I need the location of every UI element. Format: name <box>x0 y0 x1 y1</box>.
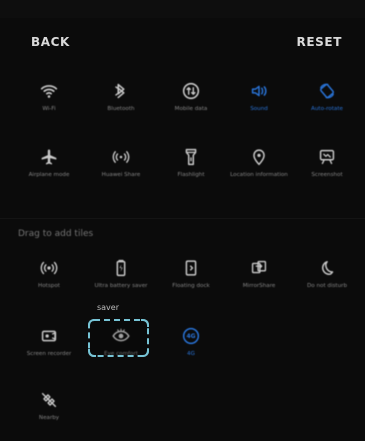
auto-rotate-icon <box>320 83 334 99</box>
bluetooth-icon <box>115 83 125 99</box>
tile-floating-dock[interactable]: Floating dock <box>154 257 228 290</box>
flashlight-icon <box>185 148 197 166</box>
top-bar: BACK RESET <box>0 35 365 61</box>
tile-ultra-battery[interactable]: Ultra battery saver <box>84 257 158 290</box>
airplane-icon <box>41 149 57 165</box>
tile-label: Sound <box>250 106 268 112</box>
tile-sound[interactable]: Sound <box>222 80 296 113</box>
eye-comfort-highlight <box>88 319 149 357</box>
tile-screen-recorder[interactable]: Screen recorder <box>12 325 86 358</box>
overlay-text-saver: saver <box>96 303 119 312</box>
hotspot-icon <box>40 261 58 275</box>
huawei-share-icon <box>112 151 130 163</box>
section-divider <box>0 218 365 219</box>
tile-hotspot[interactable]: Hotspot <box>12 257 86 290</box>
tile-label: MirrorShare <box>242 283 276 289</box>
tile-auto-rotate[interactable]: Auto-rotate <box>290 80 364 113</box>
tile-flashlight[interactable]: Flashlight <box>154 146 228 179</box>
tile-wifi[interactable]: Wi-Fi <box>12 80 86 113</box>
floating-dock-icon <box>185 260 197 276</box>
tile-nearby[interactable]: Nearby <box>12 389 86 422</box>
tile-4g[interactable]: 4G 4G <box>154 325 228 358</box>
sound-icon <box>251 85 267 97</box>
tile-label: Floating dock <box>172 283 210 289</box>
location-icon <box>253 149 265 166</box>
4g-icon: 4G <box>182 327 200 345</box>
tile-label: Bluetooth <box>107 106 135 112</box>
highlight-corner <box>88 319 96 327</box>
reset-button[interactable]: RESET <box>297 35 342 49</box>
tile-label: 4G <box>187 351 195 357</box>
tile-bluetooth[interactable]: Bluetooth <box>84 80 158 113</box>
screen-recorder-icon <box>41 330 57 342</box>
battery-icon <box>116 259 126 277</box>
highlight-corner <box>141 319 149 327</box>
tile-label: Mobile data <box>174 106 208 112</box>
tile-huawei-share[interactable]: Huawei Share <box>84 146 158 179</box>
phone-screen: BACK RESET Wi-Fi Bluetooth Mobile data S… <box>0 0 365 441</box>
tile-label: Hotspot <box>38 283 60 289</box>
tile-label: Flashlight <box>177 172 205 178</box>
tile-label: Do not disturb <box>306 283 348 289</box>
section-title-drag-to-add-tiles: Drag to add tiles <box>18 229 94 239</box>
tile-do-not-disturb[interactable]: Do not disturb <box>290 257 364 290</box>
screenshot-icon <box>319 149 335 165</box>
tile-label: Huawei Share <box>101 172 141 178</box>
tile-mirrorshare[interactable]: MirrorShare <box>222 257 296 290</box>
nearby-icon <box>41 392 57 408</box>
tile-label: Wi-Fi <box>42 106 56 112</box>
tile-screenshot[interactable]: Screenshot <box>290 146 364 179</box>
tile-airplane-mode[interactable]: Airplane mode <box>12 146 86 179</box>
tile-label: Auto-rotate <box>311 106 343 112</box>
wifi-icon <box>40 85 58 98</box>
tile-mobile-data[interactable]: Mobile data <box>154 80 228 113</box>
status-bar <box>0 0 365 18</box>
tile-label: Screenshot <box>311 172 343 178</box>
back-button[interactable]: BACK <box>31 35 70 49</box>
mobile-data-icon <box>182 82 200 100</box>
tile-label: Ultra battery saver <box>94 283 148 289</box>
tile-label: Airplane mode <box>28 172 70 178</box>
mirrorshare-icon <box>251 260 267 274</box>
tile-location-information[interactable]: Location information <box>222 146 296 179</box>
tile-label: Nearby <box>38 415 60 421</box>
svg-text:4G: 4G <box>186 333 195 340</box>
moon-icon <box>321 261 334 275</box>
tile-label: Location information <box>230 172 288 178</box>
tile-label: Screen recorder <box>26 351 72 357</box>
